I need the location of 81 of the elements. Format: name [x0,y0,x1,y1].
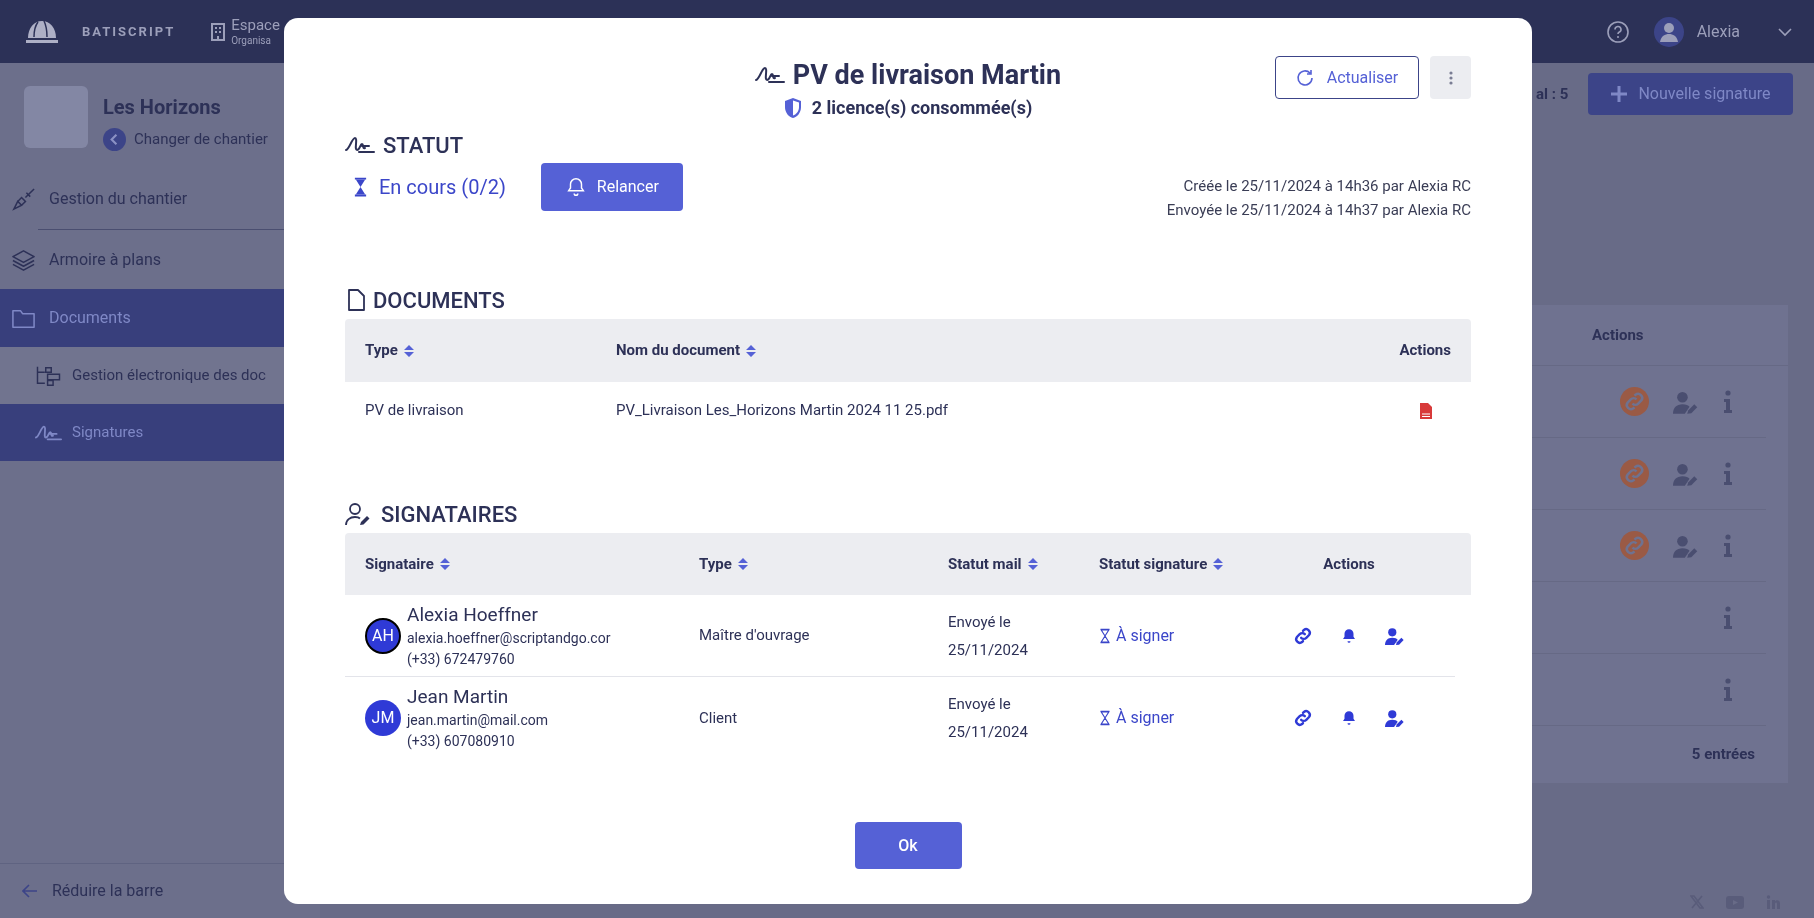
column-header[interactable]: Signataire [365,552,699,576]
sort-icon[interactable] [439,558,450,570]
signer-phone: (+33) 607080910 [407,732,516,751]
status-text: En cours (0/2) [379,174,506,201]
arrow-left-icon [22,884,38,898]
brand-name: BATISCRIPT [82,22,176,41]
signer-email: alexia.hoeffner@scriptandgo.cor [407,628,611,648]
signature-status: À signer [1116,624,1175,647]
column-header: Actions [1399,340,1451,362]
column-header: Actions [1322,553,1376,575]
hourglass-icon [1099,627,1111,644]
new-signature-button[interactable]: Nouvelle signature [1588,73,1793,115]
plus-icon [1610,85,1629,103]
sort-icon[interactable] [403,344,414,357]
bell-icon[interactable] [1340,709,1358,727]
sort-icon[interactable] [746,344,757,357]
section-heading: DOCUMENTS [373,286,505,315]
user-avatar-icon[interactable] [1653,16,1684,47]
table-cell-text: Envoyé le 25/11/2024 [948,694,1029,743]
pdf-file-icon[interactable] [1419,401,1433,420]
kebab-menu-icon [1448,70,1453,85]
ok-button[interactable]: Ok [854,822,962,869]
column-header: Actions [1592,324,1644,346]
space-title[interactable]: Espace [231,15,280,35]
building-icon [211,22,226,41]
link-icon[interactable] [1292,707,1314,729]
sort-icon[interactable] [1027,558,1038,570]
signer-email: jean.martin@mail.com [407,711,549,730]
column-header[interactable]: Type [365,339,616,362]
avatar: JM [365,700,401,736]
space-subtitle: Organisa [231,34,272,48]
sort-icon[interactable] [1213,558,1224,570]
total-count: al : 5 [1536,83,1569,105]
sidebar-item[interactable]: Armoire à plans [0,231,320,289]
shovel-icon [11,186,36,212]
signer-phone: (+33) 672479760 [407,649,516,669]
column-header[interactable]: Statut signature [1099,552,1249,576]
signature-status: À signer [1116,707,1175,729]
table-cell-text: Maître d'ouvrage [699,625,811,647]
tree-structure-icon [35,364,62,387]
chevron-down-icon[interactable] [1778,26,1792,37]
signature-icon [754,65,785,85]
section-heading: STATUT [383,131,464,160]
refresh-button[interactable]: Actualiser [1275,56,1419,99]
entries-count: 5 entrées [1691,744,1755,766]
collapse-sidebar-button[interactable]: Réduire la barre [22,879,164,903]
user-edit-icon[interactable] [1384,625,1406,646]
section-heading: SIGNATAIRES [381,500,518,529]
remind-button[interactable]: Relancer [540,163,683,211]
layers-icon [11,247,36,273]
column-header[interactable]: Type [699,552,948,576]
avatar: AH [365,617,401,654]
table-cell-text: PV de livraison [365,400,465,422]
signature-icon [345,135,375,155]
table-cell-text: Client [699,707,739,729]
sidebar-item[interactable]: Gestion du chantier [0,170,320,228]
column-header[interactable]: Statut mail [948,552,1099,576]
signer-name: Alexia Hoeffner [407,602,539,627]
licence-count: 2 licence(s) consommée(s) [811,96,1033,120]
change-site-link[interactable]: Changer de chantier [134,128,268,151]
hourglass-icon [1099,710,1111,726]
user-edit-outline-icon [345,502,373,526]
sent-info: Envoyée le 25/11/2024 à 14h37 par Alexia RC [1166,200,1471,221]
help-icon[interactable] [1605,19,1630,44]
bell-icon[interactable] [1340,626,1358,645]
shield-icon [783,96,802,119]
back-circle-icon[interactable] [103,128,126,151]
column-header[interactable]: Nom du document [616,339,1400,362]
dialog-title: PV de livraison Martin [792,58,1062,92]
hourglass-icon [353,177,368,197]
user-edit-icon[interactable] [1384,708,1406,728]
user-name[interactable]: Alexia [1696,19,1740,44]
photo-placeholder [24,86,88,148]
project-name: Les Horizons [103,94,222,121]
sort-icon[interactable] [737,558,748,570]
document-icon [347,289,365,311]
table-cell-text: Envoyé le 25/11/2024 [948,611,1029,661]
created-info: Créée le 25/11/2024 à 14h36 par Alexia RC [1183,176,1471,197]
signer-name: Jean Martin [407,685,510,709]
refresh-icon [1295,68,1314,87]
table-cell-text: PV_Livraison Les_Horizons Martin 2024 11 25.pdf [616,400,950,422]
